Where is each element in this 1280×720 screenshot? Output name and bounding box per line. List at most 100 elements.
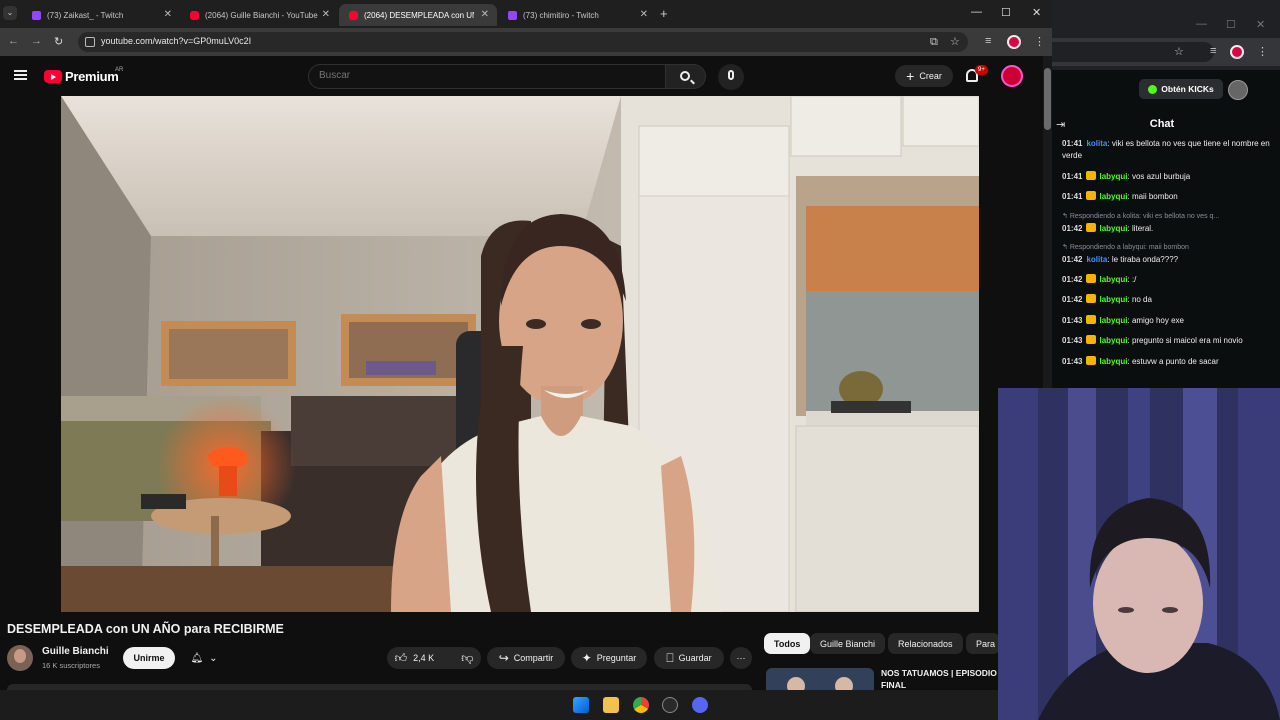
message-user[interactable]: labyqui	[1099, 192, 1127, 201]
tab-chimitiro[interactable]: (73) chimitiro - Twitch ✕	[498, 4, 656, 26]
search-input[interactable]	[319, 70, 649, 81]
app-icon[interactable]	[662, 697, 678, 713]
reload-icon[interactable]: ↻	[54, 35, 63, 48]
message-user[interactable]: labyqui	[1099, 275, 1127, 284]
video-player[interactable]	[61, 96, 979, 612]
windows-start-icon[interactable]	[573, 697, 589, 713]
address-bar[interactable]	[1052, 42, 1214, 62]
chip-guille-bianchi[interactable]: Guille Bianchi	[810, 633, 886, 654]
maximize-button[interactable]: ☐	[1226, 18, 1236, 31]
message-text: :/	[1131, 274, 1137, 284]
message-user[interactable]: labyqui	[1099, 224, 1127, 233]
get-kicks-label: Obtén KICKs	[1161, 84, 1214, 94]
create-button[interactable]: + Crear	[895, 65, 953, 87]
search-box[interactable]	[308, 64, 666, 89]
message-user[interactable]: labyqui	[1099, 357, 1127, 366]
message-user[interactable]: labyqui	[1099, 316, 1127, 325]
search-button[interactable]	[666, 64, 706, 89]
save-button[interactable]: ⎕ Guardar	[654, 647, 724, 669]
recommendation-title[interactable]: NOS TATUAMOS | EPISODIO FINAL	[881, 667, 1006, 690]
message-text: literal.	[1131, 223, 1154, 233]
chat-message: 01:41 labyqui: maii bombon	[1062, 191, 1178, 201]
tab-zaikast[interactable]: (73) Zaikast_ - Twitch ✕	[22, 4, 180, 26]
crown-badge-icon	[1086, 335, 1097, 344]
thumbs-up-icon: 👍︎	[394, 650, 408, 665]
share-label: Compartir	[513, 653, 554, 663]
menu-icon[interactable]	[14, 70, 27, 80]
chip-para[interactable]: Para	[966, 633, 1000, 654]
url-text[interactable]: youtube.com/watch?v=GP0muLV0c2I	[101, 36, 251, 46]
tab-close-icon[interactable]: ✕	[481, 9, 489, 20]
forward-arrow-icon[interactable]: →	[31, 35, 42, 47]
message-user[interactable]: kolita	[1086, 139, 1107, 148]
tab-search-button[interactable]: ⌄	[3, 6, 17, 20]
message-user[interactable]: labyqui	[1099, 336, 1127, 345]
chip-relacionados[interactable]: Relacionados	[888, 633, 963, 654]
tab-close-icon[interactable]: ✕	[164, 9, 172, 20]
site-info-icon[interactable]	[85, 37, 95, 47]
message-user[interactable]: kolita	[1086, 255, 1107, 264]
profile-avatar[interactable]	[1230, 45, 1244, 59]
tab-close-icon[interactable]: ✕	[640, 9, 648, 20]
kicks-coin-icon	[1148, 84, 1158, 94]
crown-badge-icon	[1086, 294, 1097, 303]
back-arrow-icon[interactable]: ←	[8, 35, 19, 47]
more-actions-button[interactable]: ⋯	[730, 647, 752, 669]
bookmark-star-icon[interactable]: ☆	[1174, 45, 1184, 58]
chat-message: 01:43 labyqui: pregunto si maicol era mi …	[1062, 335, 1243, 345]
channel-avatar[interactable]	[7, 645, 33, 671]
install-app-icon[interactable]: ⧉	[930, 36, 938, 49]
maximize-button[interactable]: ☐	[1001, 6, 1011, 19]
browser-window: ⌄ (73) Zaikast_ - Twitch ✕ (2064) Guille…	[0, 0, 1052, 690]
user-avatar[interactable]	[1228, 80, 1248, 100]
get-kicks-button[interactable]: Obtén KICKs	[1139, 79, 1223, 99]
account-avatar[interactable]	[1001, 65, 1023, 87]
minimize-button[interactable]: —	[1196, 18, 1207, 30]
browser-menu-icon[interactable]: ⋮	[1034, 35, 1045, 48]
chrome-icon[interactable]	[633, 697, 649, 713]
message-time: 01:41	[1062, 192, 1083, 201]
chat-message: 01:43 labyqui: estuvw a punto de sacar	[1062, 355, 1219, 366]
thumbs-down-icon[interactable]: 👎︎	[461, 651, 473, 666]
close-window-button[interactable]: ✕	[1256, 18, 1265, 31]
profile-avatar[interactable]	[1007, 35, 1021, 49]
tab-title: (2064) DESEMPLEADA con UN AÑ	[364, 10, 474, 20]
chip-todos[interactable]: Todos	[764, 633, 811, 654]
message-time: 01:41	[1062, 139, 1083, 148]
recommendation-thumbnail[interactable]	[766, 668, 874, 690]
file-explorer-icon[interactable]	[603, 697, 619, 713]
create-label: Crear	[919, 71, 942, 81]
minimize-button[interactable]: —	[971, 6, 982, 18]
bookmark-star-icon[interactable]: ☆	[950, 35, 960, 48]
reply-context[interactable]: ↰ Respondiendo a labyqui: maii bombon	[1062, 243, 1272, 253]
browser-menu-icon[interactable]: ⋮	[1257, 45, 1268, 58]
join-button[interactable]: Unirme	[123, 647, 175, 669]
crown-badge-icon	[1086, 170, 1097, 180]
scrollbar-thumb[interactable]	[1044, 68, 1051, 130]
youtube-logo-text[interactable]: Premium	[65, 69, 119, 84]
reply-context[interactable]: ↰ Respondiendo a kolita: viki es bellota…	[1062, 212, 1272, 222]
message-user[interactable]: labyqui	[1099, 172, 1127, 181]
youtube-logo-icon[interactable]	[44, 70, 62, 83]
close-window-button[interactable]: ✕	[1032, 6, 1041, 19]
video-title: DESEMPLEADA con UN AÑO para RECIBIRME	[7, 622, 284, 636]
country-code: AR	[115, 67, 124, 73]
media-controls-icon[interactable]: ≡	[985, 35, 991, 47]
tab-desempleada[interactable]: (2064) DESEMPLEADA con UN AÑ ✕	[339, 4, 497, 26]
like-button[interactable]: 👍︎ 2,4 K	[395, 651, 435, 666]
youtube-header: Premium AR + Crear 9+	[0, 56, 1052, 96]
share-button[interactable]: ↪ Compartir	[487, 647, 565, 669]
message-user[interactable]: labyqui	[1099, 295, 1127, 304]
discord-icon[interactable]	[692, 697, 708, 713]
new-tab-button[interactable]: +	[660, 6, 668, 21]
crown-badge-icon	[1086, 273, 1097, 283]
address-bar[interactable]: youtube.com/watch?v=GP0muLV0c2I ⧉ ☆	[78, 32, 968, 52]
channel-name[interactable]: Guille Bianchi	[42, 646, 109, 657]
voice-search-button[interactable]	[718, 64, 744, 90]
ask-button[interactable]: ✦ Preguntar	[571, 647, 647, 669]
tab-close-icon[interactable]: ✕	[322, 9, 330, 20]
subscription-bell-button[interactable]: 🔔︎ ⌄	[183, 647, 225, 669]
message-time: 01:41	[1062, 171, 1083, 181]
media-controls-icon[interactable]: ≡	[1210, 45, 1216, 57]
tab-guille-bianchi[interactable]: (2064) Guille Bianchi - YouTube ✕	[180, 4, 338, 26]
